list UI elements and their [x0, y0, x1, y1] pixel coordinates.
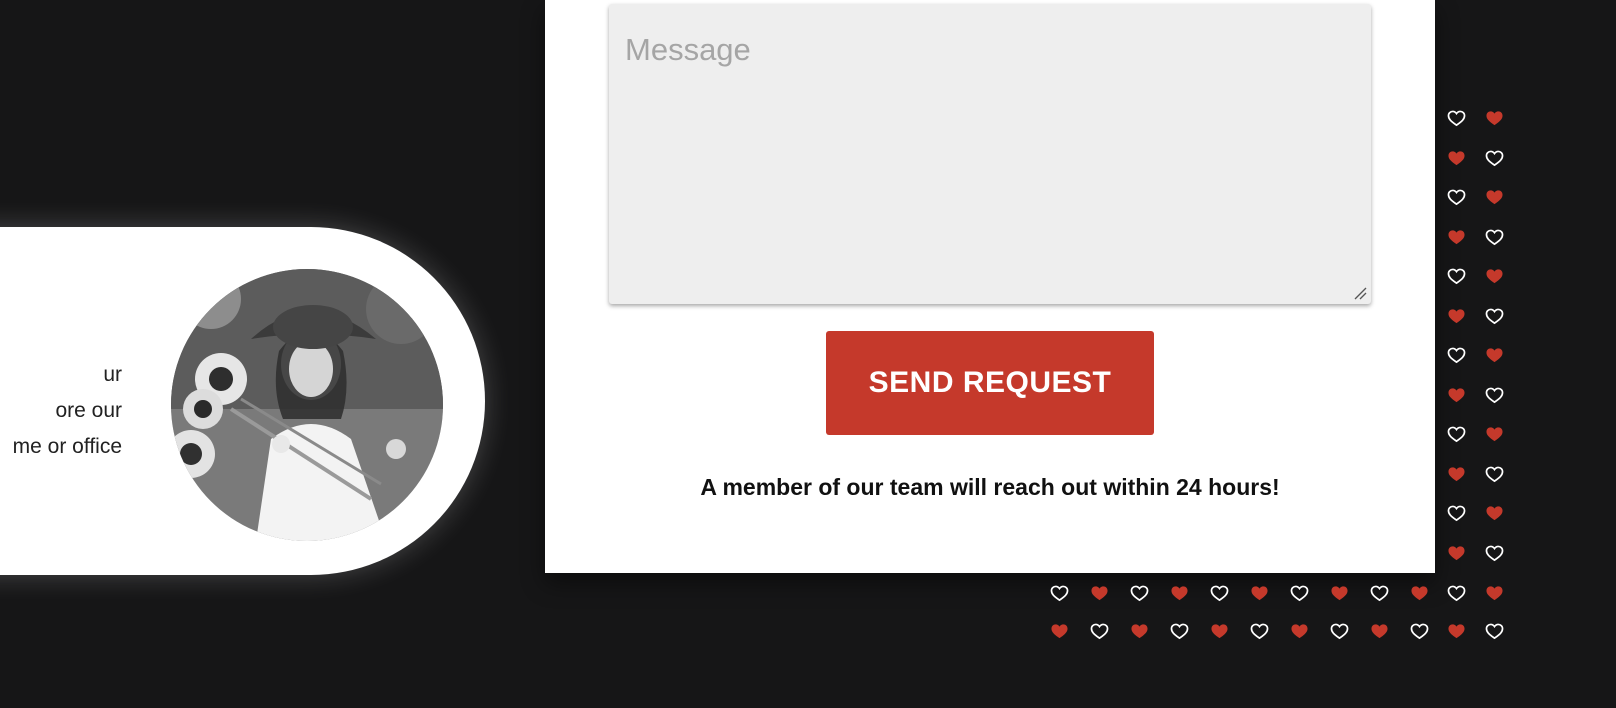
heart-icon	[1370, 585, 1389, 602]
heart-icon	[1448, 150, 1465, 165]
heart-icon	[1250, 623, 1269, 640]
heart-icon	[1486, 111, 1503, 126]
heart-icon	[1171, 586, 1188, 601]
heart-icon	[1486, 586, 1503, 601]
heart-icon	[1131, 624, 1148, 639]
heart-icon	[1448, 308, 1465, 323]
avatar-photo	[171, 269, 443, 541]
heart-icon	[1447, 505, 1466, 522]
heart-icon	[1447, 110, 1466, 127]
profile-card: ur ore our me or office	[0, 227, 485, 575]
heart-icon	[1447, 189, 1466, 206]
heart-icon	[1486, 348, 1503, 363]
heart-icon	[1447, 268, 1466, 285]
heart-icon	[1130, 585, 1149, 602]
profile-text-line: ore our	[55, 399, 122, 422]
heart-icon	[1411, 586, 1428, 601]
heart-icon	[1485, 229, 1504, 245]
heart-icon	[1448, 624, 1465, 639]
heart-icon	[1170, 623, 1189, 640]
heart-icon	[1448, 545, 1465, 560]
heart-icon	[1090, 623, 1109, 640]
heart-icon	[1291, 624, 1308, 639]
heart-icon	[1330, 623, 1349, 640]
heart-icon	[1331, 586, 1348, 601]
heart-icon	[1485, 466, 1504, 482]
heart-icon	[1485, 150, 1504, 166]
heart-icon	[1447, 347, 1466, 364]
heart-icon	[1485, 308, 1504, 324]
heart-icon	[1410, 623, 1429, 640]
profile-text-line: me or office	[12, 435, 122, 458]
heart-icon	[1486, 427, 1503, 442]
heart-icon	[1091, 586, 1108, 601]
profile-text-line: ur	[103, 363, 122, 386]
avatar	[171, 269, 443, 541]
heart-icon	[1485, 623, 1504, 640]
heart-icon	[1448, 387, 1465, 402]
heart-icon	[1050, 585, 1069, 602]
heart-pattern	[1040, 100, 1520, 660]
profile-description: ur ore our me or office	[0, 357, 122, 465]
heart-icon	[1447, 426, 1466, 443]
heart-icon	[1485, 545, 1504, 561]
heart-icon	[1486, 506, 1503, 521]
heart-icon	[1290, 585, 1309, 602]
heart-icon	[1486, 269, 1503, 284]
heart-icon	[1051, 624, 1068, 639]
heart-icon	[1448, 229, 1465, 244]
heart-icon	[1211, 624, 1228, 639]
heart-icon	[1251, 586, 1268, 601]
heart-icon	[1371, 624, 1388, 639]
heart-icon	[1447, 585, 1466, 602]
heart-icon	[1448, 466, 1465, 481]
heart-icon	[1485, 387, 1504, 403]
heart-icon	[1486, 190, 1503, 205]
heart-icon	[1210, 585, 1229, 602]
